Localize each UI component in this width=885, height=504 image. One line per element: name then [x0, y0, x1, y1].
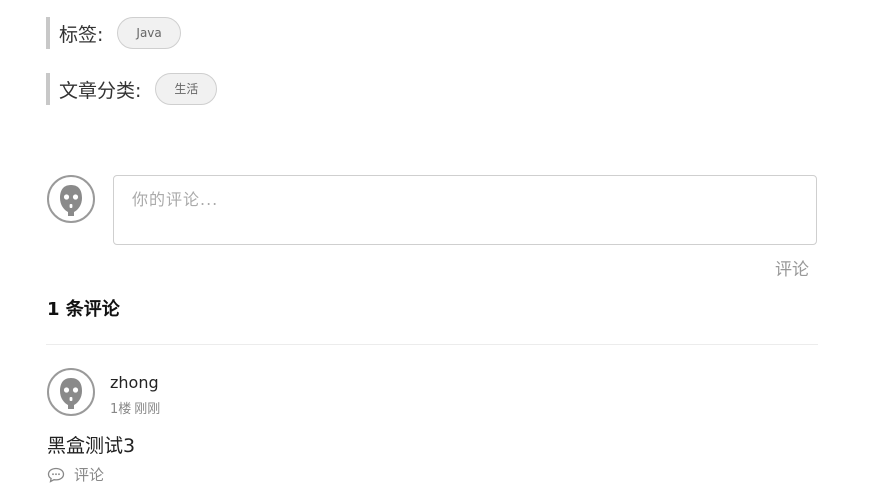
comment-count-title: 1 条评论 [47, 299, 120, 320]
category-accent-bar [46, 73, 50, 105]
category-row: 文章分类: 生活 [46, 72, 218, 106]
current-user-avatar [47, 175, 95, 223]
submit-comment-button[interactable]: 评论 [775, 255, 809, 280]
article-footer: 标签: Java 文章分类: 生活 评论 1 条评论 zhong 1楼刚刚 黑盒… [0, 0, 885, 504]
comment-author-name[interactable]: zhong [110, 373, 159, 392]
comment-text: 黑盒测试3 [47, 435, 136, 457]
comment-time: 刚刚 [134, 402, 161, 417]
comment-floor: 1楼 [110, 402, 132, 417]
ghost-avatar-icon [60, 378, 82, 409]
comment-meta: 1楼 刚刚 [110, 398, 160, 417]
divider [46, 344, 818, 345]
comment-input[interactable] [113, 175, 817, 245]
tags-row: 标签: Java [46, 16, 181, 50]
category-pill-life[interactable]: 生活 [155, 73, 218, 105]
speech-bubble-icon [47, 467, 65, 483]
comment-reply-label: 评论 [74, 466, 105, 484]
tags-accent-bar [46, 17, 50, 49]
category-label: 文章分类: [59, 79, 142, 102]
comment-reply-button[interactable]: 评论 [47, 464, 104, 485]
comment-author-avatar [47, 368, 95, 416]
tag-pill-java[interactable]: Java [117, 17, 181, 49]
tags-label: 标签: [59, 23, 104, 46]
ghost-avatar-icon [60, 185, 82, 216]
